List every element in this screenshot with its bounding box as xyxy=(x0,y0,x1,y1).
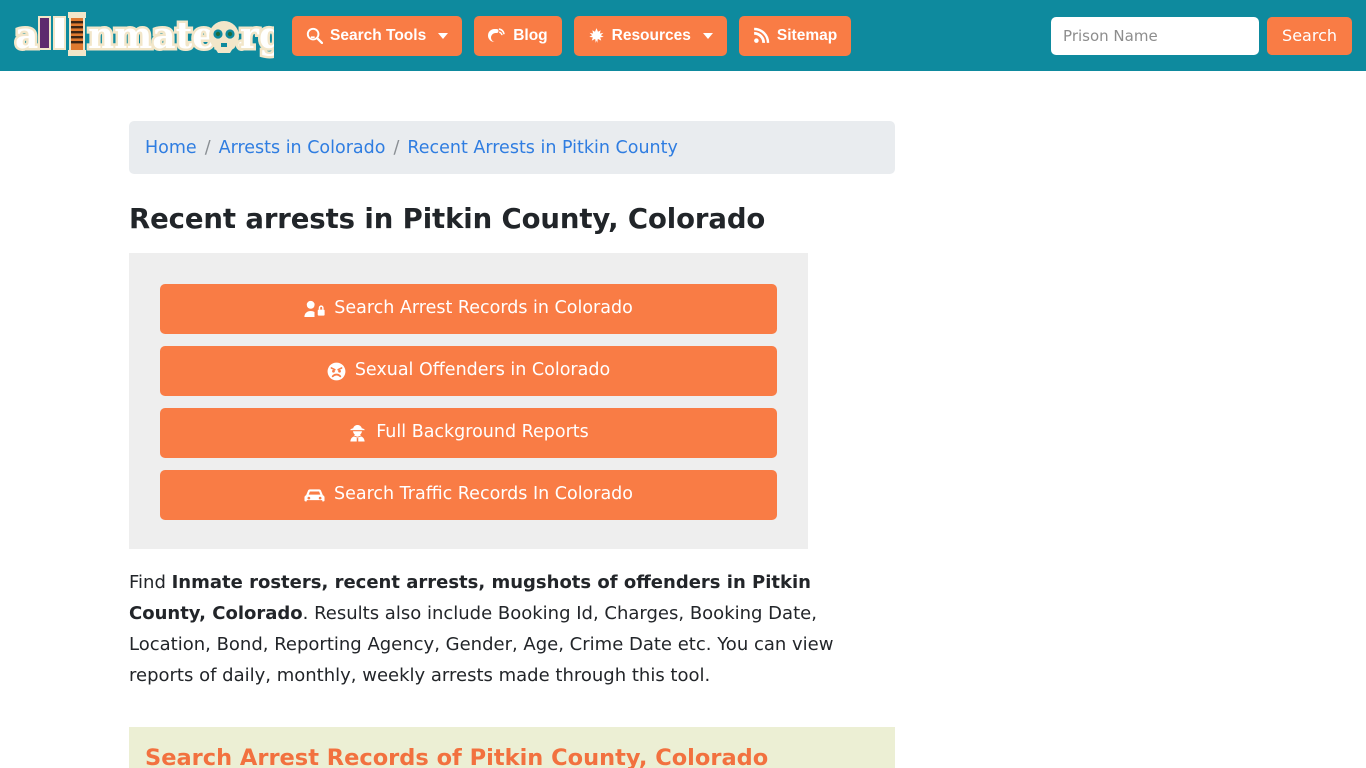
content-container: Home / Arrests in Colorado / Recent Arre… xyxy=(129,121,895,768)
search-arrest-records-label: Search Arrest Records in Colorado xyxy=(334,298,633,319)
car-icon xyxy=(304,487,325,504)
nav-blog-button[interactable]: Blog xyxy=(474,15,562,56)
breadcrumb-separator: / xyxy=(393,137,400,158)
breadcrumb-separator: / xyxy=(204,137,211,158)
angry-face-icon xyxy=(327,362,346,381)
cta-panel: Search Arrest Records in Colorado Sexual… xyxy=(129,253,808,549)
nav-blog-label: Blog xyxy=(513,26,548,44)
breadcrumb-item-arrests-in-colorado[interactable]: Arrests in Colorado xyxy=(219,138,386,158)
rss-icon xyxy=(753,27,770,44)
nav-resources-label: Resources xyxy=(611,26,691,44)
breadcrumb: Home / Arrests in Colorado / Recent Arre… xyxy=(129,121,895,174)
section-heading-title: Search Arrest Records of Pitkin County, … xyxy=(145,745,769,768)
full-background-reports-label: Full Background Reports xyxy=(376,422,589,443)
site-logo[interactable]: a a nmates. nmates. rg rg xyxy=(12,11,274,60)
svg-text:a: a xyxy=(15,15,38,57)
sexual-offenders-label: Sexual Offenders in Colorado xyxy=(354,360,611,381)
logo-icon: a a nmates. nmates. rg rg xyxy=(13,11,274,59)
breadcrumb-item-recent-arrests-pitkin[interactable]: Recent Arrests in Pitkin County xyxy=(407,138,678,158)
nav-sitemap-label: Sitemap xyxy=(776,26,838,44)
search-arrest-records-button[interactable]: Search Arrest Records in Colorado xyxy=(160,284,777,334)
leaf-icon xyxy=(588,27,605,44)
search-input[interactable] xyxy=(1051,16,1260,55)
svg-text:rg: rg xyxy=(240,15,274,57)
user-secret-icon xyxy=(348,424,367,443)
search-submit-button[interactable]: Search xyxy=(1267,16,1352,55)
sexual-offenders-button[interactable]: Sexual Offenders in Colorado xyxy=(160,346,777,396)
search-traffic-records-label: Search Traffic Records In Colorado xyxy=(333,484,633,505)
user-lock-icon xyxy=(304,300,325,318)
chevron-down-icon xyxy=(702,32,713,39)
search-traffic-records-button[interactable]: Search Traffic Records In Colorado xyxy=(160,470,777,520)
search-icon xyxy=(306,27,323,44)
site-header: a a nmates. nmates. rg rg Search Tools B… xyxy=(0,0,1366,71)
blogger-icon xyxy=(488,27,506,45)
nav-search-tools-label: Search Tools xyxy=(330,26,427,44)
header-search: Search xyxy=(1051,16,1358,55)
primary-nav: Search Tools Blog Resources Sitemap xyxy=(292,15,852,56)
nav-resources-button[interactable]: Resources xyxy=(573,15,727,56)
lead-paragraph: Find Inmate rosters, recent arrests, mug… xyxy=(129,567,889,691)
page-body: Home / Arrests in Colorado / Recent Arre… xyxy=(0,71,1366,768)
page-title: Recent arrests in Pitkin County, Colorad… xyxy=(129,203,766,235)
lead-prefix: Find xyxy=(129,572,172,593)
breadcrumb-item-home[interactable]: Home xyxy=(145,138,197,158)
nav-search-tools-button[interactable]: Search Tools xyxy=(292,15,463,56)
chevron-down-icon xyxy=(438,32,449,39)
section-heading-box: Search Arrest Records of Pitkin County, … xyxy=(129,727,895,768)
nav-sitemap-button[interactable]: Sitemap xyxy=(738,15,852,56)
full-background-reports-button[interactable]: Full Background Reports xyxy=(160,408,777,458)
